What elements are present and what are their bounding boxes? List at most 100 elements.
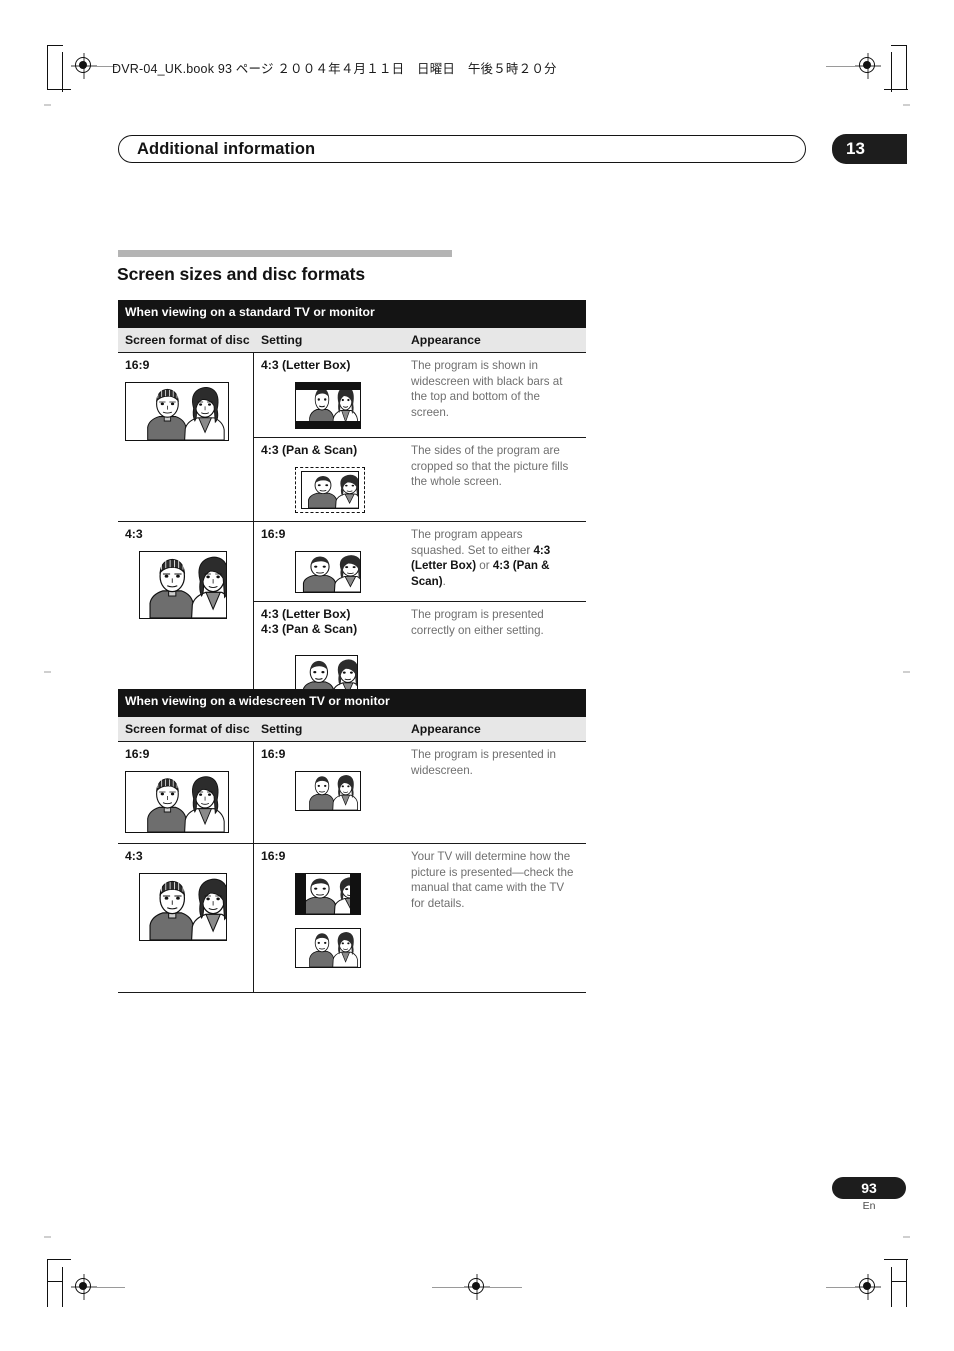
trim-tick-top-right — [903, 104, 910, 106]
setting-label: 4:3 (Pan & Scan) — [261, 443, 358, 457]
disc-picture-4x3 — [139, 551, 247, 619]
table-column-headers: Screen format of disc Setting Appearance — [118, 717, 586, 741]
setting-cell: 16:9 — [254, 742, 404, 837]
setting-row: 16:9 — [254, 522, 586, 601]
table-band-title: When viewing on a widescreen TV or monit… — [118, 689, 586, 717]
registration-mark-top-right — [855, 53, 881, 79]
couple-illustration — [126, 772, 228, 832]
disc-format-label: 16:9 — [125, 747, 150, 761]
disc-format-label: 4:3 — [125, 849, 143, 863]
table-standard-tv: When viewing on a standard TV or monitor… — [118, 300, 586, 710]
appearance-part: . — [442, 574, 446, 588]
couple-illustration — [296, 772, 360, 810]
column-header-setting: Setting — [261, 722, 303, 736]
column-header-disc-format: Screen format of disc — [125, 333, 250, 347]
setting-label: 16:9 — [261, 849, 286, 863]
setting-label: 4:3 (Letter Box) — [261, 358, 351, 372]
setting-picture-pillarbox — [295, 873, 400, 968]
trim-tick-bottom-left — [44, 1236, 51, 1238]
appearance-part: or — [476, 559, 493, 572]
setting-label: 16:9 — [261, 747, 286, 761]
couple-illustration — [126, 383, 228, 440]
chapter-title-text: Additional information — [137, 140, 316, 158]
disc-format-cell: 4:3 — [118, 844, 254, 992]
disc-format-label: 4:3 — [125, 527, 143, 541]
setting-cell: 16:9 — [254, 522, 404, 601]
couple-illustration — [140, 874, 226, 940]
appearance-part: The program appears squashed. Set to eit… — [411, 528, 534, 557]
trim-tick-middle-left — [44, 671, 51, 673]
setting-row: 16:9 — [254, 844, 586, 992]
column-header-appearance: Appearance — [411, 333, 481, 347]
setting-cell: 16:9 — [254, 844, 404, 992]
registration-lead-bottom-right — [826, 1286, 856, 1288]
column-header-setting: Setting — [261, 333, 303, 347]
page-title: Screen sizes and disc formats — [117, 264, 366, 284]
trim-tick-top-left — [44, 104, 51, 106]
registration-lead-bottom-center-left — [432, 1286, 464, 1288]
appearance-text: Your TV will determine how the picture i… — [411, 850, 574, 910]
setting-picture-widescreen — [295, 771, 400, 811]
appearance-cell: The program is presented in widescreen. — [404, 742, 586, 837]
couple-illustration — [296, 383, 360, 428]
trim-tick-bottom-right — [903, 1236, 910, 1238]
appearance-cell: Your TV will determine how the picture i… — [404, 844, 586, 992]
table-row: 16:9 — [118, 741, 586, 843]
disc-picture-4x3 — [139, 873, 247, 941]
trim-tick-middle-right — [903, 671, 910, 673]
registration-lead-top-right — [826, 65, 856, 67]
column-header-disc-format: Screen format of disc — [125, 722, 250, 736]
appearance-text: The program is presented in widescreen. — [411, 748, 556, 777]
settings-group: 16:9 — [254, 522, 586, 709]
disc-format-cell: 16:9 — [118, 742, 254, 843]
setting-label: 16:9 — [261, 527, 286, 541]
registration-lead-bottom-center-right — [490, 1286, 522, 1288]
setting-picture-letterbox — [295, 382, 400, 429]
table-row: 4:3 — [118, 843, 586, 992]
couple-illustration — [296, 552, 360, 592]
setting-picture-squashed — [295, 551, 400, 593]
column-header-appearance: Appearance — [411, 722, 481, 736]
setting-label: 4:3 (Letter Box) — [261, 607, 351, 621]
setting-row: 16:9 — [254, 742, 586, 837]
appearance-text: The sides of the program are cropped so … — [411, 444, 569, 488]
appearance-text-rich: The program appears squashed. Set to eit… — [411, 527, 578, 589]
couple-illustration — [140, 552, 226, 618]
registration-mark-bottom-right — [855, 1274, 881, 1300]
table-bottom-rule — [118, 992, 586, 993]
setting-picture-panscan — [295, 467, 400, 513]
page-number-badge: 93 — [832, 1177, 906, 1199]
page-language-code: En — [862, 1200, 876, 1212]
appearance-text: The program is presented correctly on ei… — [411, 608, 544, 637]
disc-picture-16x9 — [125, 771, 247, 833]
registration-lead-bottom-left — [97, 1286, 125, 1288]
settings-group: 4:3 (Letter Box) The program is shown in… — [254, 353, 586, 521]
registration-mark-bottom-left — [71, 1274, 97, 1300]
settings-group: 16:9 — [254, 742, 586, 843]
table-column-headers: Screen format of disc Setting Appearance — [118, 328, 586, 352]
section-rule-bar — [118, 250, 452, 257]
appearance-cell: The sides of the program are cropped so … — [404, 438, 586, 521]
table-row: 4:3 — [118, 521, 586, 709]
setting-label-secondary: 4:3 (Pan & Scan) — [261, 622, 358, 636]
settings-group: 16:9 — [254, 844, 586, 992]
chapter-title-bar: Additional information — [118, 135, 806, 163]
disc-picture-16x9 — [125, 382, 247, 441]
setting-cell: 4:3 (Pan & Scan) — [254, 438, 404, 521]
setting-row: 4:3 (Pan & Scan) The sides of the progra… — [254, 437, 586, 521]
appearance-cell: The program appears squashed. Set to eit… — [404, 522, 586, 601]
couple-illustration — [296, 874, 360, 914]
setting-cell: 4:3 (Letter Box) — [254, 353, 404, 437]
setting-row: 4:3 (Letter Box) The program is shown in… — [254, 353, 586, 437]
chapter-number-badge: 13 — [832, 134, 907, 164]
book-file-header: DVR-04_UK.book 93 ページ ２００４年４月１１日 日曜日 午後５… — [112, 62, 557, 76]
registration-mark-bottom-center — [464, 1274, 490, 1300]
appearance-cell: The program is shown in widescreen with … — [404, 353, 586, 437]
table-band-title: When viewing on a standard TV or monitor — [118, 300, 586, 328]
registration-mark-top-left — [71, 53, 97, 79]
couple-illustration — [302, 472, 358, 508]
disc-format-cell: 4:3 — [118, 522, 254, 709]
printed-page: DVR-04_UK.book 93 ページ ２００４年４月１１日 日曜日 午後５… — [0, 0, 954, 1351]
disc-format-cell: 16:9 — [118, 353, 254, 521]
table-widescreen-tv: When viewing on a widescreen TV or monit… — [118, 689, 586, 993]
